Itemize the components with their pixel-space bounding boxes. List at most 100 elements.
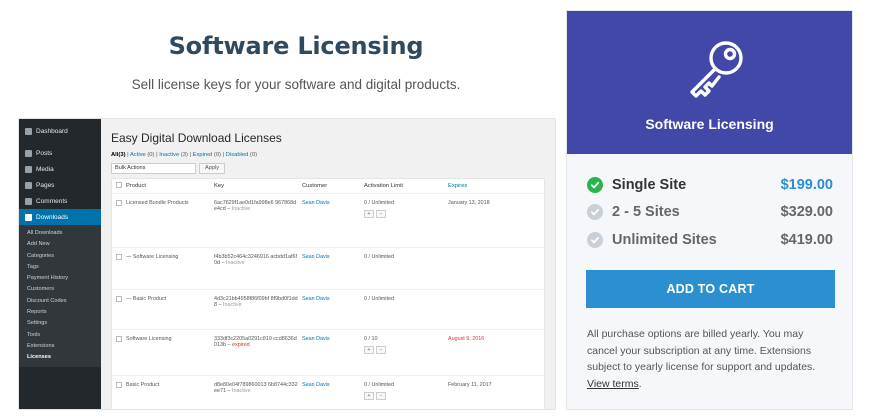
add-to-cart-button[interactable]: ADD TO CART: [586, 270, 835, 308]
media-icon: [25, 165, 32, 173]
submenu-tools[interactable]: Tools: [19, 330, 101, 341]
col-customer[interactable]: Customer: [302, 183, 364, 189]
filter-all[interactable]: All(3): [111, 152, 126, 158]
admin-sidebar: Dashboard Posts Media Pages Comments Dow…: [19, 119, 101, 409]
row-checkbox[interactable]: [116, 254, 122, 260]
increase-limit-button[interactable]: +: [364, 392, 374, 400]
pin-icon: [25, 149, 32, 157]
submenu-reports[interactable]: Reports: [19, 307, 101, 318]
submenu-tags[interactable]: Tags: [19, 262, 101, 273]
cell-customer[interactable]: Sean Davis: [302, 336, 364, 375]
pricing-card: Software Licensing Single Site $199.00 2…: [566, 10, 853, 410]
table-row: — Basic Product 4d3c21bb4958f86f09bf 8f9…: [112, 290, 544, 330]
check-icon: [587, 204, 603, 220]
increase-limit-button[interactable]: +: [364, 210, 374, 218]
download-icon: [25, 213, 32, 221]
cell-expires: [448, 296, 544, 329]
option-unlimited-sites[interactable]: Unlimited Sites $419.00: [587, 230, 833, 250]
page-subtitle: Sell license keys for your software and …: [131, 77, 461, 92]
dashboard-icon: [25, 127, 32, 135]
check-icon: [587, 177, 603, 193]
decrease-limit-button[interactable]: −: [376, 392, 386, 400]
cell-product[interactable]: — Basic Product: [126, 296, 214, 329]
increase-limit-button[interactable]: +: [364, 346, 374, 354]
cell-status: Inactive: [226, 260, 245, 266]
sidebar-item-dashboard[interactable]: Dashboard: [19, 123, 101, 139]
table-header: Product Key Customer Activation Limit Ex…: [112, 179, 544, 194]
cell-customer[interactable]: Sean Davis: [302, 382, 364, 409]
sidebar-item-media[interactable]: Media: [19, 161, 101, 177]
cell-customer[interactable]: Sean Davis: [302, 296, 364, 329]
downloads-submenu: All Downloads Add New Categories Tags Pa…: [19, 225, 101, 367]
cell-customer[interactable]: Sean Davis: [302, 200, 364, 247]
option-2-5-sites[interactable]: 2 - 5 Sites $329.00: [587, 202, 833, 222]
col-product[interactable]: Product: [126, 183, 214, 189]
filter-disabled[interactable]: Disabled: [226, 152, 249, 158]
submenu-add-new[interactable]: Add New: [19, 239, 101, 250]
table-row: Software Licensing 333df3c2205a0291c819 …: [112, 330, 544, 376]
cell-limit: 0 / Unlimited: [364, 382, 394, 388]
row-checkbox[interactable]: [116, 336, 122, 342]
col-expires[interactable]: Expires: [448, 183, 544, 189]
submenu-customers[interactable]: Customers: [19, 284, 101, 295]
sidebar-item-comments[interactable]: Comments: [19, 193, 101, 209]
billing-note: All purchase options are billed yearly. …: [587, 328, 816, 390]
sidebar-item-downloads[interactable]: Downloads: [19, 209, 101, 225]
cell-limit: 0 / Unlimited: [364, 254, 394, 260]
sidebar-item-posts[interactable]: Posts: [19, 145, 101, 161]
view-terms-link[interactable]: View terms: [587, 378, 639, 390]
decrease-limit-button[interactable]: −: [376, 210, 386, 218]
submenu-categories[interactable]: Categories: [19, 251, 101, 262]
cell-limit: 0 / 10: [364, 336, 378, 342]
option-label: Unlimited Sites: [612, 232, 717, 248]
admin-content: Easy Digital Download Licenses All(3) | …: [101, 119, 555, 409]
cell-key: d8e80e04f789860013 6b8744c332ee71: [214, 382, 298, 394]
key-icon: [690, 41, 743, 98]
cell-expires: January 13, 2018: [448, 200, 490, 206]
apply-button[interactable]: Apply: [199, 163, 225, 174]
option-single-site[interactable]: Single Site $199.00: [587, 175, 833, 195]
filter-active[interactable]: Active: [130, 152, 146, 158]
table-row: Basic Product d8e80e04f789860013 6b8744c…: [112, 376, 544, 409]
submenu-licenses[interactable]: Licenses: [19, 352, 101, 363]
filter-expired[interactable]: Expired: [193, 152, 213, 158]
bulk-actions-select[interactable]: Bulk Actions: [111, 163, 196, 174]
row-checkbox[interactable]: [116, 200, 122, 206]
pages-icon: [25, 181, 32, 189]
submenu-settings[interactable]: Settings: [19, 318, 101, 329]
check-icon: [587, 232, 603, 248]
admin-page-title: Easy Digital Download Licenses: [111, 131, 282, 145]
cell-expires: February 11, 2017: [448, 382, 492, 388]
card-header: Software Licensing: [567, 11, 852, 154]
option-price: $329.00: [780, 204, 833, 220]
option-label: 2 - 5 Sites: [612, 204, 680, 220]
option-price: $419.00: [780, 232, 833, 248]
option-label: Single Site: [612, 177, 687, 193]
row-checkbox[interactable]: [116, 296, 122, 302]
submenu-all-downloads[interactable]: All Downloads: [19, 228, 101, 239]
cell-limit: 0 / Unlimited: [364, 296, 394, 302]
product-page: Software Licensing Sell license keys for…: [0, 0, 870, 420]
sidebar-item-pages[interactable]: Pages: [19, 177, 101, 193]
filter-inactive[interactable]: Inactive: [159, 152, 179, 158]
cell-status: expired: [232, 342, 250, 348]
option-price: $199.00: [780, 177, 833, 193]
decrease-limit-button[interactable]: −: [376, 346, 386, 354]
cell-product[interactable]: Licensed Bundle Products: [126, 200, 214, 247]
cell-product[interactable]: Basic Product: [126, 382, 214, 409]
cell-expires: August 9, 2016: [448, 336, 485, 342]
cell-key: 333df3c2205a0291c819 ccd8636d013b: [214, 336, 297, 348]
cell-customer[interactable]: Sean Davis: [302, 254, 364, 289]
submenu-discount-codes[interactable]: Discount Codes: [19, 296, 101, 307]
cell-limit: 0 / Unlimited: [364, 200, 394, 206]
col-activation-limit[interactable]: Activation Limit: [364, 183, 448, 189]
admin-screenshot: Dashboard Posts Media Pages Comments Dow…: [18, 118, 556, 410]
cell-product[interactable]: — Software Licensing: [126, 254, 214, 289]
select-all-checkbox[interactable]: [116, 182, 122, 188]
submenu-payment-history[interactable]: Payment History: [19, 273, 101, 284]
col-key[interactable]: Key: [214, 183, 302, 189]
row-checkbox[interactable]: [116, 382, 122, 388]
cell-status: Inactive: [231, 206, 251, 212]
cell-product[interactable]: Software Licensing: [126, 336, 214, 375]
submenu-extensions[interactable]: Extensions: [19, 341, 101, 352]
